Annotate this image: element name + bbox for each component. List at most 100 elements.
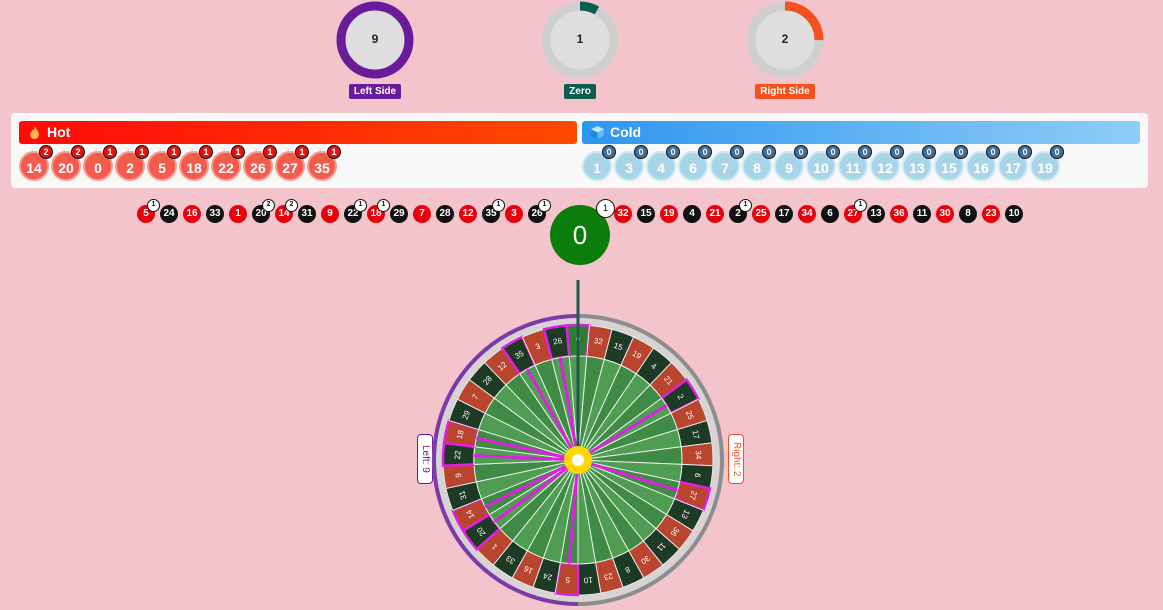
count-badge: 0 <box>826 145 840 159</box>
hot-number[interactable]: 01 <box>83 145 117 181</box>
count-badge: 0 <box>634 145 648 159</box>
history-number: 16 <box>183 205 201 223</box>
hot-number[interactable]: 35 1 <box>307 145 341 181</box>
hot-number[interactable]: 26 1 <box>243 145 277 181</box>
cold-number[interactable]: 90 <box>774 145 808 181</box>
history-number: 27 1 <box>844 199 867 223</box>
count-badge: 1 <box>263 145 277 159</box>
cold-bar: Cold <box>582 121 1140 144</box>
hot-cold-panel: Hot Cold 14 2 20 2 0 1 2 1 5 1 18 1 22 1 26 1 27 1 35 1 103… <box>11 113 1148 188</box>
history-count-badge: 2 <box>262 199 275 212</box>
history-count-badge: 1 <box>354 199 367 212</box>
history-number: 23 <box>982 205 1000 223</box>
history-count-badge: 1 <box>538 199 551 212</box>
cold-number[interactable]: 70 <box>710 145 744 181</box>
count-badge: 1 <box>199 145 213 159</box>
cold-number[interactable]: 15 0 <box>934 145 968 181</box>
cold-number[interactable]: 19 0 <box>1030 145 1064 181</box>
history-number: 30 <box>936 205 954 223</box>
count-badge: 0 <box>1050 145 1064 159</box>
right-side-label: Right: 2 <box>728 434 744 484</box>
hot-number[interactable]: 27 1 <box>275 145 309 181</box>
history-number: 33 <box>206 205 224 223</box>
gauge-label: Zero <box>564 84 596 99</box>
fire-icon <box>30 126 39 139</box>
hot-number[interactable]: 51 <box>147 145 181 181</box>
history-number: 36 <box>890 205 908 223</box>
current-number-count-badge: 1 <box>596 199 615 218</box>
cold-number[interactable]: 16 0 <box>966 145 1000 181</box>
count-badge: 0 <box>698 145 712 159</box>
history-count-badge: 1 <box>492 199 505 212</box>
gauge-label: Left Side <box>348 84 402 99</box>
history-number: 32 <box>614 205 632 223</box>
gauge-left-side: 9 Left Side <box>335 0 415 99</box>
history-number: 26 1 <box>528 199 551 223</box>
hot-number[interactable]: 18 1 <box>179 145 213 181</box>
gauge-right-side: 2 Right Side <box>745 0 825 99</box>
cold-number[interactable]: 10 0 <box>806 145 840 181</box>
count-badge: 0 <box>890 145 904 159</box>
history-number: 11 <box>913 205 931 223</box>
wheel-pocket-label: 10 <box>583 575 593 585</box>
history-count-badge: 1 <box>377 199 390 212</box>
gauge-value: 9 <box>371 32 379 46</box>
hot-bar: Hot <box>19 121 577 144</box>
history-number: 1 <box>229 205 247 223</box>
history-number: 6 <box>821 205 839 223</box>
count-badge: 1 <box>295 145 309 159</box>
cold-number[interactable]: 13 0 <box>902 145 936 181</box>
count-badge: 1 <box>135 145 149 159</box>
history-number: 51 <box>137 199 160 223</box>
cold-number[interactable]: 10 <box>582 145 616 181</box>
roulette-wheel: 0321519421225173462713361130823105241633… <box>432 280 724 606</box>
history-count-badge: 2 <box>285 199 298 212</box>
history-number: 31 <box>298 205 316 223</box>
count-badge: 0 <box>954 145 968 159</box>
history-number: 18 1 <box>367 199 390 223</box>
count-badge: 0 <box>858 145 872 159</box>
gauge-label: Right Side <box>755 84 815 99</box>
wheel-pocket-label: 34 <box>694 450 703 460</box>
hot-number[interactable]: 20 2 <box>51 145 85 181</box>
history-number: 10 <box>1005 205 1023 223</box>
history-count-badge: 1 <box>147 199 160 212</box>
history-number: 4 <box>683 205 701 223</box>
history-number: 17 <box>775 205 793 223</box>
count-badge: 1 <box>231 145 245 159</box>
history-number: 13 <box>867 205 885 223</box>
count-badge: 2 <box>39 145 53 159</box>
history-number: 3 <box>505 205 523 223</box>
count-badge: 0 <box>762 145 776 159</box>
cold-number[interactable]: 11 0 <box>838 145 872 181</box>
history-number: 15 <box>637 205 655 223</box>
hot-number[interactable]: 21 <box>115 145 149 181</box>
history-count-badge: 1 <box>854 199 867 212</box>
hot-number[interactable]: 14 2 <box>19 145 53 181</box>
count-badge: 0 <box>922 145 936 159</box>
count-badge: 0 <box>602 145 616 159</box>
cold-number[interactable]: 80 <box>742 145 776 181</box>
count-badge: 0 <box>1018 145 1032 159</box>
cold-number[interactable]: 40 <box>646 145 680 181</box>
hot-number[interactable]: 22 1 <box>211 145 245 181</box>
history-number: 35 1 <box>482 199 505 223</box>
history-number: 19 <box>660 205 678 223</box>
cold-number[interactable]: 17 0 <box>998 145 1032 181</box>
history-number: 21 <box>729 199 752 223</box>
gauge-value: 2 <box>781 32 789 46</box>
wheel-pocket-label: 22 <box>453 450 462 460</box>
history-number: 29 <box>390 205 408 223</box>
history-number: 24 <box>160 205 178 223</box>
history-number: 8 <box>959 205 977 223</box>
history-number: 12 <box>459 205 477 223</box>
cube-icon <box>591 126 604 139</box>
gauge-value: 1 <box>576 32 584 46</box>
count-badge: 1 <box>327 145 341 159</box>
hot-title: Hot <box>47 124 71 140</box>
cold-number[interactable]: 60 <box>678 145 712 181</box>
history-number: 7 <box>413 205 431 223</box>
cold-number[interactable]: 12 0 <box>870 145 904 181</box>
cold-number[interactable]: 30 <box>614 145 648 181</box>
history-number: 21 <box>706 205 724 223</box>
